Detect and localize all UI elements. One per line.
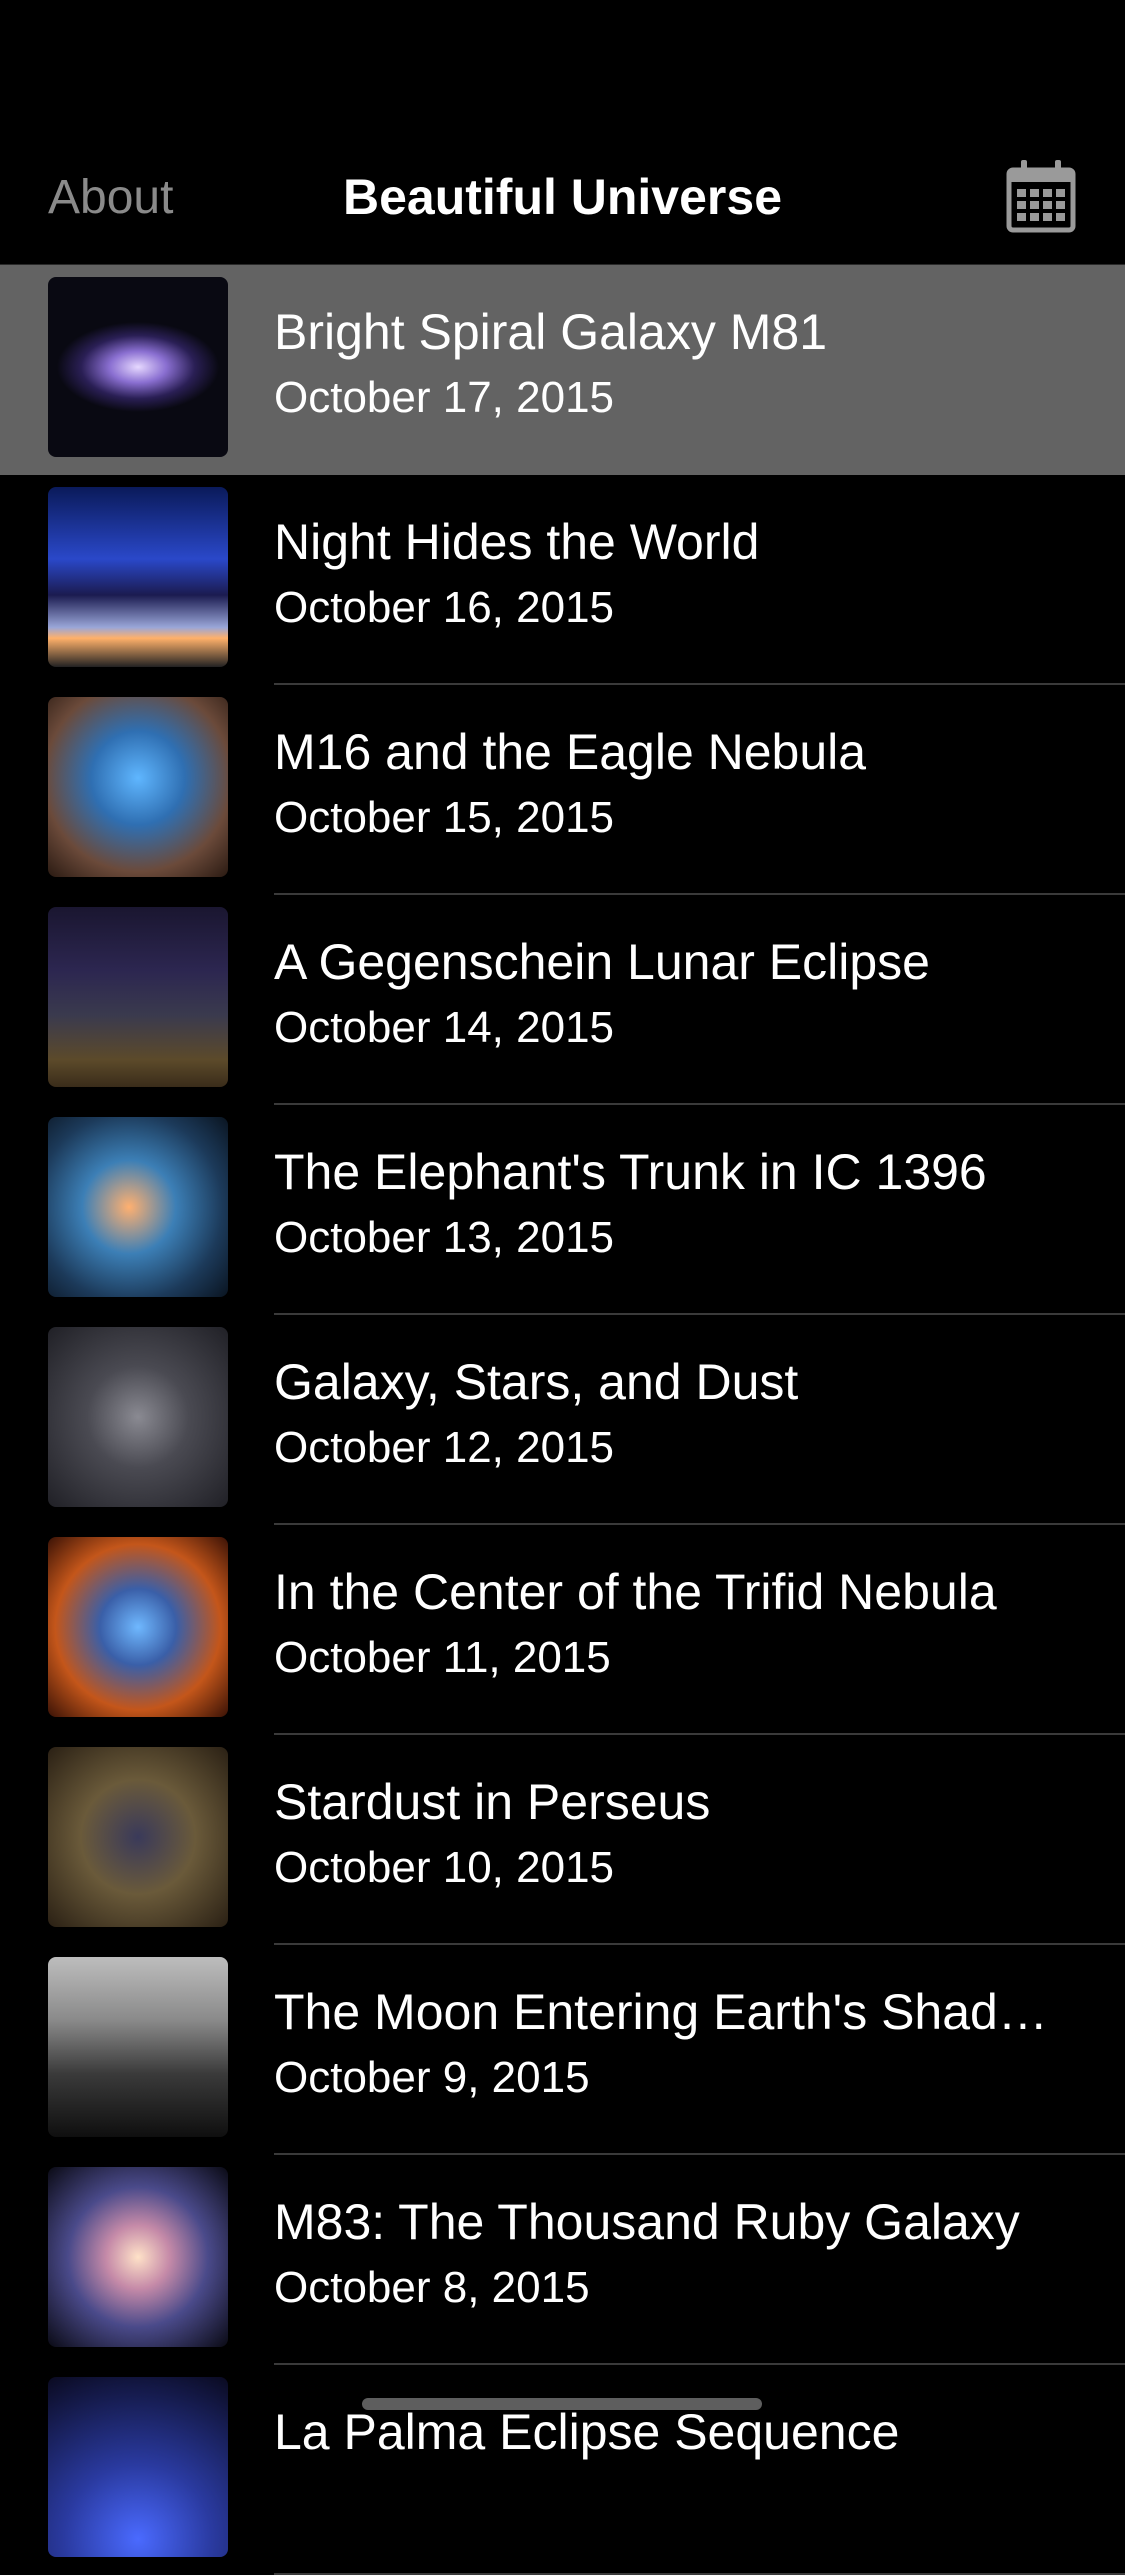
item-date: October 9, 2015 [274,2053,590,2102]
list-item[interactable]: Stardust in Perseus October 10, 2015 [0,1735,1125,1945]
thumbnail-image [48,697,228,877]
item-date: October 11, 2015 [274,1633,611,1682]
list-item[interactable]: M83: The Thousand Ruby Galaxy October 8, … [0,2155,1125,2365]
list-item[interactable]: The Moon Entering Earth's Shad… October 9… [0,1945,1125,2155]
thumbnail-image [48,2167,228,2347]
item-title: La Palma Eclipse Sequence [274,2404,900,2460]
list-item[interactable]: La Palma Eclipse Sequence [0,2365,1125,2575]
thumbnail-image [48,1117,228,1297]
thumbnail-image [48,2377,228,2557]
item-title: M83: The Thousand Ruby Galaxy [274,2194,1020,2250]
item-title: The Elephant's Trunk in IC 1396 [274,1144,987,1200]
thumbnail-image [48,1327,228,1507]
home-indicator [362,2398,762,2410]
item-title: M16 and the Eagle Nebula [274,724,867,780]
item-title: In the Center of the Trifid Nebula [274,1564,997,1620]
thumbnail-image [48,1747,228,1927]
item-date: October 10, 2015 [274,1843,615,1892]
navigation-bar: About Beautiful Universe [0,130,1125,265]
item-date: October 15, 2015 [274,793,615,842]
item-title: Night Hides the World [274,514,760,570]
item-date: October 14, 2015 [274,1003,615,1052]
item-date: October 16, 2015 [274,583,615,632]
list-item[interactable]: In the Center of the Trifid Nebula Octobe… [0,1525,1125,1735]
page-title: Beautiful Universe [342,169,782,225]
list-item[interactable]: The Elephant's Trunk in IC 1396 October 1… [0,1105,1125,1315]
list-item[interactable]: Bright Spiral Galaxy M81 October 17, 2015 [0,265,1125,475]
thumbnail-image [48,907,228,1087]
list-item[interactable]: A Gegenschein Lunar Eclipse October 14, 2… [0,895,1125,1105]
item-title: The Moon Entering Earth's Shad… [274,1984,1048,2040]
item-date: October 8, 2015 [274,2263,590,2312]
calendar-icon[interactable] [1005,158,1077,234]
item-date: October 17, 2015 [274,373,615,422]
status-bar [0,0,1125,130]
thumbnail-image [48,1957,228,2137]
thumbnail-image [48,277,228,457]
list-item[interactable]: Night Hides the World October 16, 2015 [0,475,1125,685]
list-item[interactable]: M16 and the Eagle Nebula October 15, 2015 [0,685,1125,895]
thumbnail-image [48,1537,228,1717]
item-title: A Gegenschein Lunar Eclipse [274,934,930,990]
item-date: October 13, 2015 [274,1213,615,1262]
item-title: Galaxy, Stars, and Dust [274,1354,799,1410]
list-item[interactable]: Galaxy, Stars, and Dust October 12, 2015 [0,1315,1125,1525]
item-title: Stardust in Perseus [274,1774,711,1830]
item-title: Bright Spiral Galaxy M81 [274,304,828,360]
apod-list: Bright Spiral Galaxy M81 October 17, 2015… [0,265,1125,2575]
item-date: October 12, 2015 [274,1423,615,1472]
thumbnail-image [48,487,228,667]
